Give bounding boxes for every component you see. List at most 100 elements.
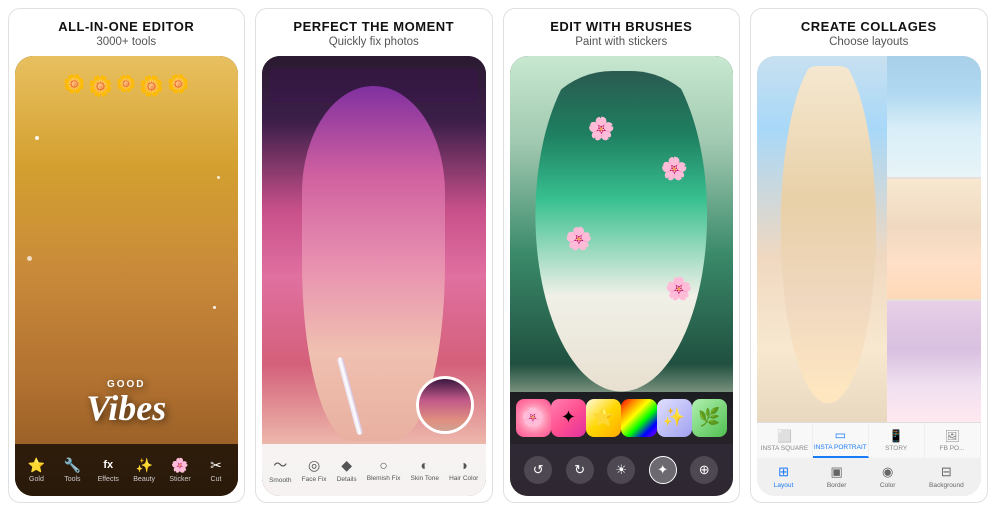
skintone-icon: ◐ (420, 457, 428, 473)
sticker-item-glitter[interactable]: ✨ (657, 399, 692, 437)
border-label: Border (827, 482, 847, 489)
brush-sticker-active-icon[interactable]: ✦ (649, 456, 677, 484)
brush-plus-icon[interactable]: ⊕ (690, 456, 718, 484)
flower-sticker-1: 🌸 (588, 116, 615, 142)
gold-icon: ⭐ (25, 456, 47, 474)
beauty-icon: ✨ (133, 456, 155, 474)
bottom-icon2-facefix[interactable]: ◎ Face Fix (302, 457, 327, 483)
collage-main-image (757, 56, 887, 421)
sparkle3 (27, 256, 32, 261)
tab-insta-portrait[interactable]: ▭ INSTA PORTRAIT (813, 423, 869, 458)
bottom-icon-effects[interactable]: fx Effects (97, 456, 119, 483)
collage-background-btn[interactable]: ⊟ Background (929, 464, 964, 489)
skintone-label: Skin Tone (411, 475, 439, 482)
tab-story[interactable]: 📱 STORY (869, 423, 925, 458)
brush-adjust-icon[interactable]: ☀ (607, 456, 635, 484)
sticker-toolbar: 🌸 ✦ ⭐ ✨ 🌿 (510, 392, 734, 444)
panel1-header: ALL-IN-ONE EDITOR 3000+ tools (9, 9, 245, 57)
color-icon: ◉ (882, 464, 893, 480)
brush-redo-icon[interactable]: ↻ (566, 456, 594, 484)
panel2-header: PERFECT THE MOMENT Quickly fix photos (256, 9, 492, 57)
layout-icon: ⊞ (778, 464, 789, 480)
bottom-icon2-smooth[interactable]: 〜 Smooth (269, 455, 291, 484)
panel3-subtitle: Paint with stickers (516, 36, 728, 48)
main-container: ALL-IN-ONE EDITOR 3000+ tools 🌼 🌼 🌼 🌼 🌼 … (8, 8, 988, 503)
sticker-item-flower[interactable]: 🌸 (516, 399, 551, 437)
tools-icon: 🔧 (61, 456, 83, 474)
collage-side-img-1 (887, 56, 981, 176)
bottom-icon2-details[interactable]: ◆ Details (337, 457, 357, 483)
panel2-title: PERFECT THE MOMENT (268, 19, 480, 35)
blemish-label: Blemish Fix (367, 475, 401, 482)
panel1-title: ALL-IN-ONE EDITOR (21, 19, 233, 35)
insta-portrait-icon: ▭ (835, 428, 846, 442)
tools-label: Tools (64, 476, 80, 483)
blemish-icon: ○ (379, 457, 387, 473)
gold-label: Gold (29, 476, 44, 483)
bottom-icon2-skintone[interactable]: ◐ Skin Tone (411, 457, 439, 482)
tab-insta-square[interactable]: ⬜ INSTA SQUARE (757, 423, 813, 458)
cut-icon: ✂ (205, 456, 227, 474)
background-icon: ⊟ (941, 464, 952, 480)
tab-fb[interactable]: 🖼 FB PO... (925, 423, 981, 458)
sticker-item-sparkle[interactable]: ✦ (551, 399, 586, 437)
sticker-item-star[interactable]: ⭐ (586, 399, 621, 437)
panel1-phone: 🌼 🌼 🌼 🌼 🌼 GOOD Vibes ⭐ Gold 🔧 Tools (15, 56, 239, 495)
insta-square-icon: ⬜ (777, 429, 792, 443)
collage-tab-row: ⬜ INSTA SQUARE ▭ INSTA PORTRAIT 📱 STORY … (757, 422, 981, 458)
sticker-icon: 🌸 (169, 456, 191, 474)
border-icon: ▣ (830, 464, 842, 480)
vibes-text-overlay: GOOD Vibes (25, 379, 229, 426)
circle-face-preview (416, 376, 474, 434)
flowers-crown: 🌼 🌼 🌼 🌼 🌼 (63, 74, 190, 99)
collage-bottom-bar: ⊞ Layout ▣ Border ◉ Color ⊟ Background (757, 458, 981, 496)
panel2-subtitle: Quickly fix photos (268, 36, 480, 48)
background-label: Background (929, 482, 964, 489)
bottom-icon2-blemish[interactable]: ○ Blemish Fix (367, 457, 401, 482)
details-icon: ◆ (341, 457, 352, 474)
layout-label: Layout (774, 482, 794, 489)
sticker-item-rainbow[interactable] (621, 399, 656, 437)
effects-icon: fx (97, 456, 119, 474)
details-label: Details (337, 476, 357, 483)
smooth-label: Smooth (269, 477, 291, 484)
sticker-label: Sticker (169, 476, 190, 483)
bottom-icon-cut[interactable]: ✂ Cut (205, 456, 227, 483)
facefix-icon: ◎ (308, 457, 320, 474)
insta-portrait-label: INSTA PORTRAIT (814, 444, 867, 451)
beauty-label: Beauty (133, 476, 155, 483)
haircolor-icon: ◑ (459, 457, 467, 473)
smooth-icon: 〜 (273, 455, 287, 475)
flower-sticker-3: 🌸 (565, 226, 592, 252)
bottom-icon-beauty[interactable]: ✨ Beauty (133, 456, 155, 483)
collage-side-img-3 (887, 301, 981, 421)
vibes-main-text: Vibes (25, 390, 229, 426)
panel-collages: CREATE COLLAGES Choose layouts (750, 8, 988, 503)
story-icon: 📱 (889, 429, 904, 443)
panel2-phone: 〜 Smooth ◎ Face Fix ◆ Details ○ Blemish … (262, 56, 486, 495)
panel-editor: ALL-IN-ONE EDITOR 3000+ tools 🌼 🌼 🌼 🌼 🌼 … (8, 8, 246, 503)
collage-color-btn[interactable]: ◉ Color (880, 464, 896, 489)
cut-label: Cut (211, 476, 222, 483)
panel3-phone: 🌸 🌸 🌸 🌸 🌸 ✦ ⭐ ✨ 🌿 ↺ ↻ ☀ ✦ ⊕ (510, 56, 734, 495)
panel4-title: CREATE COLLAGES (763, 19, 975, 35)
circle-face-inner (419, 379, 471, 431)
brush-undo-icon[interactable]: ↺ (524, 456, 552, 484)
collage-layout-btn[interactable]: ⊞ Layout (774, 464, 794, 489)
collage-border-btn[interactable]: ▣ Border (827, 464, 847, 489)
panel4-header: CREATE COLLAGES Choose layouts (751, 9, 987, 57)
sticker-item-leaf[interactable]: 🌿 (692, 399, 727, 437)
bottom-icon-sticker[interactable]: 🌸 Sticker (169, 456, 191, 483)
fb-icon: 🖼 (944, 429, 959, 443)
story-label: STORY (885, 445, 907, 452)
panel1-bg (15, 56, 239, 495)
panel2-bottom-bar: 〜 Smooth ◎ Face Fix ◆ Details ○ Blemish … (262, 444, 486, 496)
bottom-icon-gold[interactable]: ⭐ Gold (25, 456, 47, 483)
panel3-brush-bar: ↺ ↻ ☀ ✦ ⊕ (510, 444, 734, 496)
effects-label: Effects (98, 476, 119, 483)
bottom-icon-tools[interactable]: 🔧 Tools (61, 456, 83, 483)
panel-brushes: EDIT WITH BRUSHES Paint with stickers 🌸 … (503, 8, 741, 503)
insta-square-label: INSTA SQUARE (761, 445, 809, 452)
bottom-icon2-haircolor[interactable]: ◑ Hair Color (449, 457, 478, 482)
haircolor-label: Hair Color (449, 475, 478, 482)
